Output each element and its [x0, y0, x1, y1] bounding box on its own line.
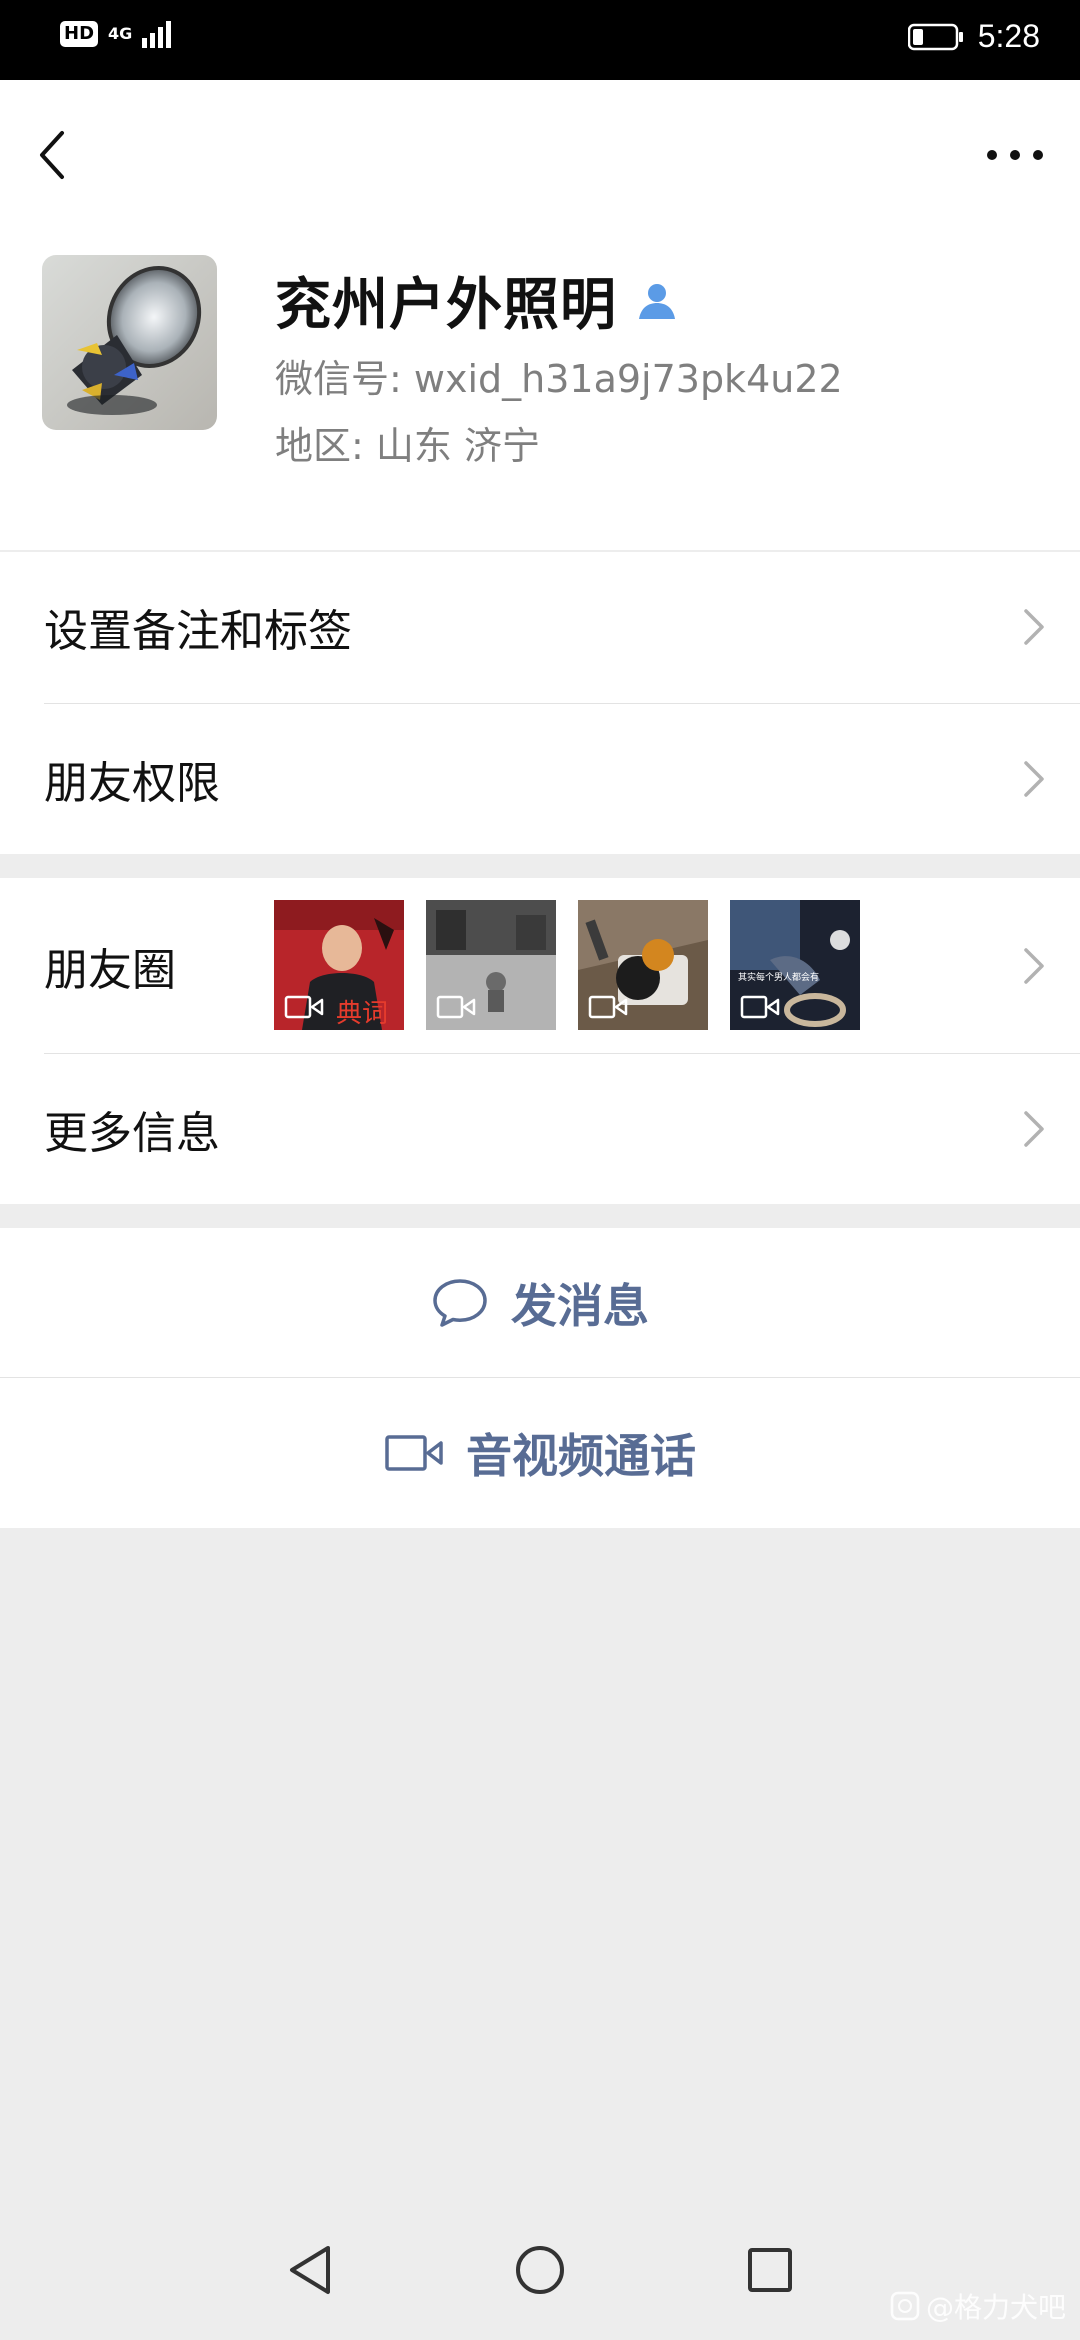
chat-bubble-icon [433, 1279, 487, 1327]
back-button[interactable] [30, 115, 90, 195]
watermark: @格力犬吧 [890, 2286, 1066, 2326]
remarks-tags-label: 设置备注和标签 [44, 606, 352, 657]
chevron-right-icon [1024, 1111, 1044, 1147]
moment-caption: 典词 [336, 999, 388, 1029]
wechat-id: 微信号: wxid_h31a9j73pk4u22 [275, 357, 843, 401]
send-message-label: 发消息 [511, 1279, 649, 1333]
remarks-tags-row[interactable]: 设置备注和标签 [0, 552, 1080, 702]
hd-badge: HD [60, 21, 99, 47]
nav-home-icon[interactable] [515, 2245, 565, 2295]
video-camera-icon [740, 995, 780, 1019]
moment-thumb-4[interactable]: 其实每个男人都会有 [730, 900, 860, 1030]
nav-recents-icon[interactable] [747, 2247, 793, 2293]
moment-caption: 其实每个男人都会有 [738, 971, 819, 983]
contact-name: 兖州户外照明 [275, 273, 617, 338]
name-row: 兖州户外照明 [275, 260, 679, 341]
status-left: HD 4G [60, 20, 174, 48]
friend-permissions-row[interactable]: 朋友权限 [0, 704, 1080, 854]
status-right: 5:28 [907, 18, 1040, 55]
avatar-image [42, 255, 217, 430]
watermark-text: @格力犬吧 [925, 2291, 1066, 2324]
avatar[interactable] [42, 255, 217, 430]
moment-thumb-3[interactable] [578, 900, 708, 1030]
chevron-right-icon [1024, 947, 1044, 984]
moments-label: 朋友圈 [44, 944, 176, 996]
video-camera-icon [588, 995, 628, 1019]
signal-icon [142, 21, 172, 48]
system-nav-bar: @格力犬吧 [0, 2200, 1080, 2340]
send-message-button[interactable]: 发消息 [0, 1228, 1080, 1378]
tieba-logo-icon [890, 2291, 920, 2321]
video-camera-icon [385, 1435, 443, 1471]
chevron-right-icon [1024, 609, 1044, 645]
video-camera-icon [284, 995, 324, 1019]
nav-back-icon[interactable] [288, 2244, 332, 2296]
profile-header: 兖州户外照明 微信号: wxid_h31a9j73pk4u22 地区: 山东 济… [0, 80, 1080, 550]
more-info-label: 更多信息 [44, 1108, 220, 1159]
moments-row[interactable]: 朋友圈 典词 其实每个男人都会有 [0, 878, 1080, 1053]
more-options-button[interactable] [980, 125, 1050, 185]
battery-icon [907, 23, 963, 50]
moments-thumbnails: 典词 其实每个男人都会有 [274, 900, 860, 1030]
region: 地区: 山东 济宁 [275, 424, 540, 468]
video-camera-icon [436, 995, 476, 1019]
more-dots-icon [987, 150, 1043, 160]
chevron-right-icon [1024, 761, 1044, 797]
back-arrow-icon [40, 131, 64, 179]
moment-thumb-2[interactable] [426, 900, 556, 1030]
settings-section: 设置备注和标签 朋友权限 [0, 552, 1080, 854]
clock: 5:28 [977, 18, 1040, 54]
network-type: 4G [108, 24, 133, 43]
video-call-button[interactable]: 音视频通话 [0, 1378, 1080, 1528]
moment-thumb-1[interactable]: 典词 [274, 900, 404, 1030]
friend-permissions-label: 朋友权限 [44, 758, 220, 809]
more-info-row[interactable]: 更多信息 [0, 1054, 1080, 1204]
moments-section: 朋友圈 典词 其实每个男人都会有 更多信息 [0, 878, 1080, 1204]
video-call-label: 音视频通话 [466, 1429, 696, 1483]
status-bar: HD 4G 5:28 [0, 0, 1080, 80]
verified-user-icon [639, 283, 675, 319]
